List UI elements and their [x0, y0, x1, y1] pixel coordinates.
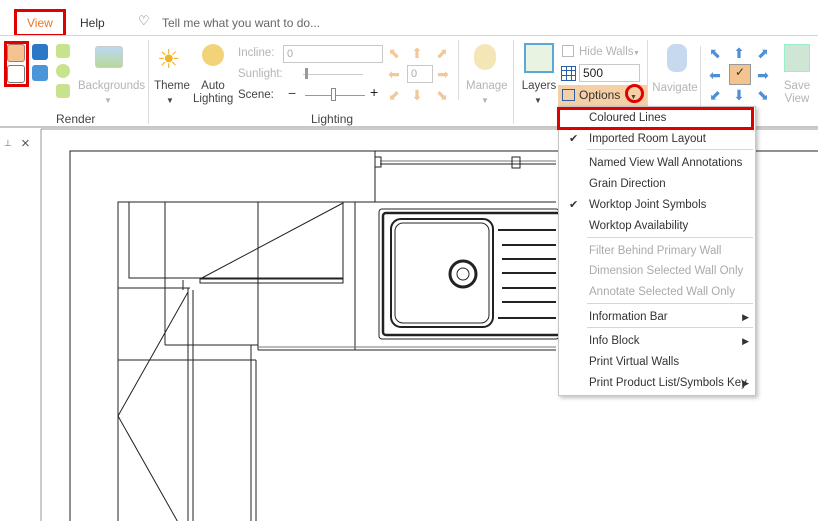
rail-bracket: [511, 156, 521, 169]
menu-separator: [587, 237, 753, 238]
door-panel: [199, 278, 344, 284]
menu-item-label: Info Block: [589, 335, 640, 347]
menu-item-worktop-availability[interactable]: Worktop Availability: [559, 216, 755, 236]
menu-item-label: Print Product List/Symbols Key: [589, 377, 747, 389]
rail-bracket: [374, 156, 382, 168]
menu-item-info-block[interactable]: Info Block ▶: [559, 331, 755, 351]
menu-item-annotate-selected-wall-only[interactable]: Annotate Selected Wall Only: [559, 282, 755, 302]
menu-item-print-product-list-symbols-key[interactable]: Print Product List/Symbols Key ▶: [559, 373, 755, 393]
submenu-arrow-icon: ▶: [742, 336, 749, 346]
sink-drain: [448, 259, 478, 289]
menu-item-information-bar[interactable]: Information Bar ▶: [559, 307, 755, 327]
menu-item-label: Worktop Joint Symbols: [589, 199, 707, 211]
menu-separator: [587, 327, 753, 328]
menu-item-label: Information Bar: [589, 311, 668, 323]
menu-separator: [587, 149, 753, 150]
menu-item-print-virtual-walls[interactable]: Print Virtual Walls: [559, 352, 755, 372]
menu-item-label: Print Virtual Walls: [589, 356, 680, 368]
menu-item-label: Named View Wall Annotations: [589, 157, 743, 169]
menu-item-imported-room-layout[interactable]: ✔ Imported Room Layout: [559, 129, 755, 149]
submenu-arrow-icon: ▶: [742, 312, 749, 322]
door-swing: [199, 202, 344, 280]
menu-item-coloured-lines[interactable]: Coloured Lines: [559, 108, 755, 128]
checkmark-icon: ✔: [569, 133, 579, 145]
submenu-arrow-icon: ▶: [742, 378, 749, 388]
menu-item-filter-behind-primary-wall[interactable]: Filter Behind Primary Wall: [559, 241, 755, 261]
menu-item-label: Grain Direction: [589, 178, 666, 190]
menu-item-grain-direction[interactable]: Grain Direction: [559, 174, 755, 194]
wall-cabinet: [128, 201, 344, 279]
menu-separator: [587, 303, 753, 304]
door-swing-left: [117, 291, 189, 521]
checkmark-icon: ✔: [569, 199, 579, 211]
menu-item-label: Dimension Selected Wall Only: [589, 265, 744, 277]
menu-item-label: Imported Room Layout: [589, 133, 706, 145]
options-menu: Coloured Lines ✔ Imported Room Layout Named…: [558, 106, 756, 396]
menu-item-label: Filter Behind Primary Wall: [589, 245, 722, 257]
menu-item-dimension-selected-wall-only[interactable]: Dimension Selected Wall Only: [559, 261, 755, 281]
menu-item-named-view-wall-annotations[interactable]: Named View Wall Annotations: [559, 153, 755, 173]
menu-item-label: Worktop Availability: [589, 220, 689, 232]
menu-item-label: Annotate Selected Wall Only: [589, 286, 735, 298]
menu-item-worktop-joint-symbols[interactable]: ✔ Worktop Joint Symbols: [559, 195, 755, 215]
sink-bowl: [390, 218, 494, 328]
menu-item-label: Coloured Lines: [589, 112, 667, 124]
